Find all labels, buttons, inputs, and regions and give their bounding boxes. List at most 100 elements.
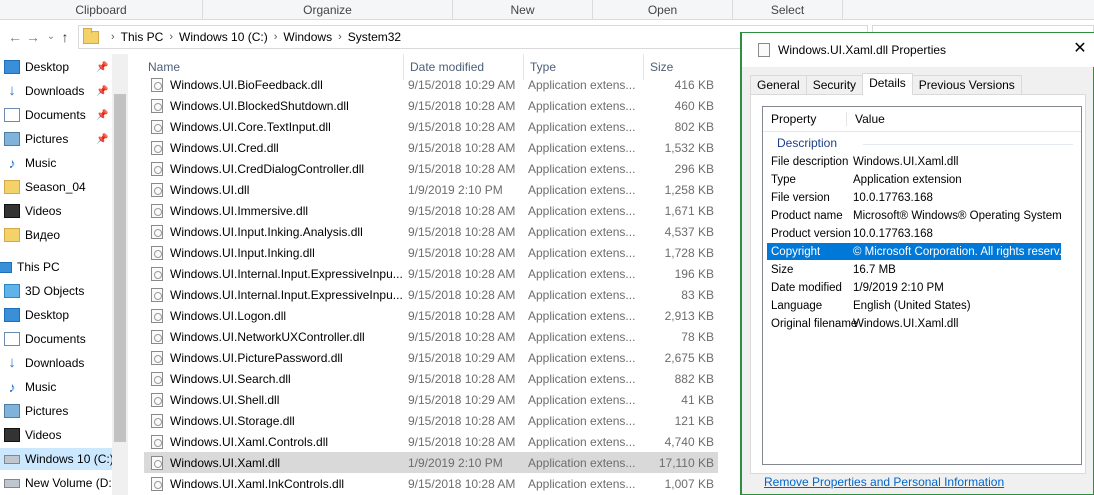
file-date: 1/9/2019 2:10 PM bbox=[408, 182, 503, 197]
table-row[interactable]: Windows.UI.PicturePassword.dll 9/15/2018 … bbox=[144, 347, 718, 368]
table-row[interactable]: Windows.UI.Shell.dll 9/15/2018 10:29 AM Ap… bbox=[144, 389, 718, 410]
nav-item-downloads-pc[interactable]: ↓ Downloads bbox=[0, 352, 112, 374]
property-row[interactable]: File version 10.0.17763.168 bbox=[767, 189, 1061, 206]
breadcrumb-chevron-icon[interactable]: › bbox=[169, 31, 173, 43]
breadcrumb-drive-c[interactable]: Windows 10 (C:) bbox=[179, 30, 268, 44]
nav-item-videos-pc[interactable]: Videos bbox=[0, 424, 112, 446]
table-row[interactable]: Windows.UI.Immersive.dll 9/15/2018 10:28 … bbox=[144, 200, 718, 221]
column-header-property[interactable]: Property bbox=[763, 112, 847, 126]
table-row[interactable]: Windows.UI.CredDialogController.dll 9/15/… bbox=[144, 158, 718, 179]
nav-item-downloads[interactable]: ↓ Downloads 📌 bbox=[0, 80, 112, 102]
ribbon-group-organize: Organize bbox=[203, 0, 453, 20]
table-row[interactable]: Windows.UI.Xaml.Controls.dll 9/15/2018 10… bbox=[144, 431, 718, 452]
nav-item-drive-d[interactable]: New Volume (D:) bbox=[0, 472, 116, 494]
nav-item-drive-c[interactable]: Windows 10 (C:) bbox=[0, 448, 114, 470]
tab-security[interactable]: Security bbox=[805, 75, 864, 95]
tab-details[interactable]: Details bbox=[862, 73, 913, 95]
breadcrumb-windows[interactable]: Windows bbox=[283, 30, 332, 44]
nav-item-music-pc[interactable]: ♪ Music bbox=[0, 376, 112, 398]
table-row[interactable]: Windows.UI.BioFeedback.dll 9/15/2018 10:2… bbox=[144, 74, 718, 95]
file-date: 9/15/2018 10:28 AM bbox=[408, 140, 516, 155]
property-row[interactable]: File description Windows.UI.Xaml.dll bbox=[767, 153, 1061, 170]
file-name: Windows.UI.Input.Inking.dll bbox=[170, 245, 315, 260]
file-date: 9/15/2018 10:28 AM bbox=[408, 266, 516, 281]
file-date: 9/15/2018 10:29 AM bbox=[408, 350, 516, 365]
video-icon bbox=[4, 204, 20, 218]
breadcrumb-this-pc[interactable]: This PC bbox=[121, 30, 164, 44]
nav-item-desktop-pc[interactable]: Desktop bbox=[0, 304, 112, 326]
ribbon-group-labels: Clipboard Organize New Open Select bbox=[0, 0, 1094, 20]
table-row[interactable]: Windows.UI.BlockedShutdown.dll 9/15/2018 … bbox=[144, 95, 718, 116]
table-row[interactable]: Windows.UI.dll 1/9/2019 2:10 PM Applicatio… bbox=[144, 179, 718, 200]
drive-icon bbox=[4, 454, 20, 464]
nav-item-video-ru[interactable]: Видео bbox=[0, 224, 112, 246]
breadcrumb-chevron-icon[interactable]: › bbox=[111, 31, 115, 43]
table-row[interactable]: Windows.UI.Cred.dll 9/15/2018 10:28 AM App… bbox=[144, 137, 718, 158]
table-row[interactable]: Windows.UI.Xaml.InkControls.dll 9/15/2018… bbox=[144, 473, 718, 494]
nav-item-documents[interactable]: Documents 📌 bbox=[0, 104, 112, 126]
file-type: Application extens... bbox=[528, 329, 636, 344]
download-icon: ↓ bbox=[8, 82, 16, 99]
property-row[interactable]: Product version 10.0.17763.168 bbox=[767, 225, 1061, 242]
tab-previous-versions[interactable]: Previous Versions bbox=[911, 75, 1022, 95]
details-tab-page: Property Value Description File descript… bbox=[750, 94, 1086, 474]
document-icon bbox=[4, 332, 20, 346]
file-size: 2,913 KB bbox=[664, 308, 714, 323]
table-row[interactable]: Windows.UI.Search.dll 9/15/2018 10:28 AM A… bbox=[144, 368, 718, 389]
property-row[interactable]: Language English (United States) bbox=[767, 297, 1061, 314]
nav-scrollbar-thumb[interactable] bbox=[114, 94, 126, 442]
nav-item-season-04[interactable]: Season_04 bbox=[0, 176, 112, 198]
dialog-title-bar[interactable]: Windows.UI.Xaml.dll Properties ✕ bbox=[742, 33, 1094, 67]
table-row[interactable]: Windows.UI.Storage.dll 9/15/2018 10:28 AM… bbox=[144, 410, 718, 431]
nav-item-videos[interactable]: Videos bbox=[0, 200, 112, 222]
table-row[interactable]: Windows.UI.Input.Inking.dll 9/15/2018 10:… bbox=[144, 242, 718, 263]
remove-properties-link[interactable]: Remove Properties and Personal Informati… bbox=[764, 475, 1004, 489]
tab-general[interactable]: General bbox=[750, 75, 807, 95]
file-date: 9/15/2018 10:28 AM bbox=[408, 98, 516, 113]
nav-item-this-pc[interactable]: This PC bbox=[0, 256, 104, 278]
breadcrumb-chevron-icon[interactable]: › bbox=[338, 31, 342, 43]
nav-item-desktop[interactable]: Desktop 📌 bbox=[0, 56, 112, 78]
property-row[interactable]: Size 16.7 MB bbox=[767, 261, 1061, 278]
nav-item-pictures-pc[interactable]: Pictures bbox=[0, 400, 112, 422]
computer-icon bbox=[0, 261, 12, 273]
pin-icon: 📌 bbox=[96, 109, 109, 121]
nav-item-pictures[interactable]: Pictures 📌 bbox=[0, 128, 112, 150]
file-type: Application extens... bbox=[528, 182, 636, 197]
breadcrumb-system32[interactable]: System32 bbox=[348, 30, 401, 44]
properties-dialog: Windows.UI.Xaml.dll Properties ✕ General… bbox=[740, 32, 1094, 495]
dll-file-icon bbox=[151, 98, 163, 113]
file-date: 9/15/2018 10:29 AM bbox=[408, 77, 516, 92]
breadcrumb-chevron-icon[interactable]: › bbox=[274, 31, 278, 43]
nav-item-music[interactable]: ♪ Music bbox=[0, 152, 112, 174]
table-row[interactable]: Windows.UI.Core.TextInput.dll 9/15/2018 1… bbox=[144, 116, 718, 137]
property-row[interactable]: Type Application extension bbox=[767, 171, 1061, 188]
table-row[interactable]: Windows.UI.Xaml.dll 1/9/2019 2:10 PM Appli… bbox=[144, 452, 718, 473]
close-icon[interactable]: ✕ bbox=[1070, 39, 1090, 59]
file-size: 83 KB bbox=[681, 287, 714, 302]
property-row[interactable]: Product name Microsoft® Windows® Operatin… bbox=[767, 207, 1061, 224]
file-type: Application extens... bbox=[528, 371, 636, 386]
table-row[interactable]: Windows.UI.Internal.Input.ExpressiveInpu… bbox=[144, 284, 718, 305]
nav-item-3d-objects[interactable]: 3D Objects bbox=[0, 280, 112, 302]
property-row[interactable]: Date modified 1/9/2019 2:10 PM bbox=[767, 279, 1061, 296]
table-row[interactable]: Windows.UI.Input.Inking.Analysis.dll 9/15… bbox=[144, 221, 718, 242]
table-row[interactable]: Windows.UI.Internal.Input.ExpressiveInpu… bbox=[144, 263, 718, 284]
file-date: 9/15/2018 10:28 AM bbox=[408, 371, 516, 386]
table-row[interactable]: Windows.UI.Logon.dll 9/15/2018 10:28 AM Ap… bbox=[144, 305, 718, 326]
property-row[interactable]: Original filename Windows.UI.Xaml.dll bbox=[767, 315, 1061, 332]
back-arrow-icon[interactable]: ← bbox=[6, 26, 24, 48]
dll-file-icon bbox=[151, 434, 163, 449]
file-size: 802 KB bbox=[674, 119, 714, 134]
nav-scrollbar[interactable] bbox=[112, 54, 128, 495]
nav-item-documents-pc[interactable]: Documents bbox=[0, 328, 112, 350]
file-type: Application extens... bbox=[528, 392, 636, 407]
up-arrow-icon[interactable]: ↑ bbox=[56, 26, 74, 48]
file-name: Windows.UI.Input.Inking.Analysis.dll bbox=[170, 224, 363, 239]
forward-arrow-icon[interactable]: → bbox=[24, 26, 42, 48]
column-header-value[interactable]: Value bbox=[847, 112, 885, 126]
table-row[interactable]: Windows.UI.NetworkUXController.dll 9/15/2… bbox=[144, 326, 718, 347]
file-type: Application extens... bbox=[528, 119, 636, 134]
file-date: 9/15/2018 10:29 AM bbox=[408, 392, 516, 407]
property-row[interactable]: Copyright © Microsoft Corporation. All ri… bbox=[767, 243, 1061, 260]
